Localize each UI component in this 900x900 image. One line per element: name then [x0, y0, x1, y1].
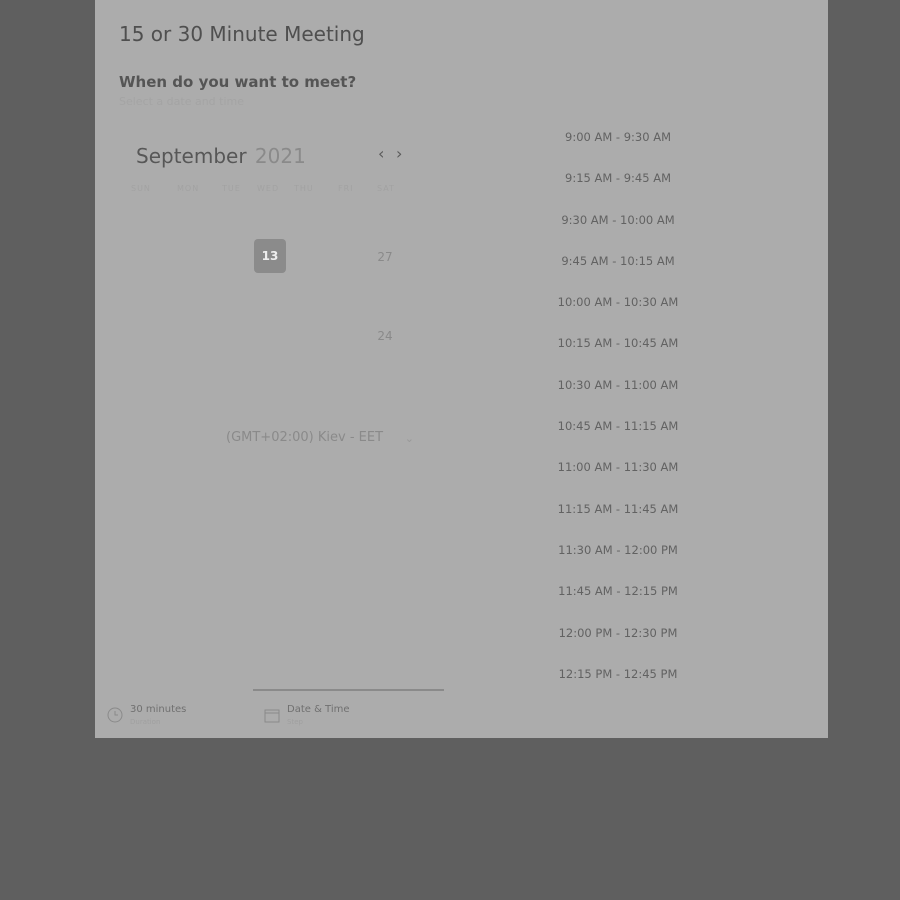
step-duration-label: 30 minutes — [130, 704, 187, 715]
time-slot[interactable]: 9:30 AM - 10:00 AM — [545, 200, 691, 241]
clock-icon — [107, 707, 123, 723]
step-duration[interactable]: 30 minutes Duration — [107, 701, 247, 731]
weekday-sun: SUN — [131, 184, 151, 193]
time-slot[interactable]: 11:30 AM - 12:00 PM — [545, 530, 691, 571]
calendar-day[interactable]: 27 — [369, 240, 401, 274]
weekday-mon: MON — [177, 184, 200, 193]
step-datetime[interactable]: Date & Time Step — [264, 701, 404, 731]
weekday-thu: THU — [294, 184, 314, 193]
meeting-title: 15 or 30 Minute Meeting — [119, 22, 365, 46]
time-slot[interactable]: 12:00 PM - 12:30 PM — [545, 613, 691, 654]
calendar-month-year: September 2021 — [136, 144, 306, 168]
step-datetime-sub: Step — [287, 718, 303, 726]
weekday-wed: WED — [257, 184, 280, 193]
step-duration-sub: Duration — [130, 718, 161, 726]
time-slot[interactable]: 10:45 AM - 11:15 AM — [545, 406, 691, 447]
chevron-left-icon[interactable]: ‹ — [378, 144, 384, 163]
timezone-select[interactable]: (GMT+02:00) Kiev - EET ⌄ — [226, 430, 414, 448]
calendar-day[interactable]: 24 — [369, 319, 401, 353]
time-slot[interactable]: 9:15 AM - 9:45 AM — [545, 158, 691, 199]
time-slot[interactable]: 9:00 AM - 9:30 AM — [545, 117, 691, 158]
time-slot-list: 9:00 AM - 9:30 AM 9:15 AM - 9:45 AM 9:30… — [545, 117, 691, 695]
calendar-day-selected[interactable]: 13 — [254, 239, 286, 273]
time-slot[interactable]: 11:15 AM - 11:45 AM — [545, 489, 691, 530]
scheduling-panel: 15 or 30 Minute Meeting When do you want… — [95, 0, 828, 738]
meeting-question: When do you want to meet? — [119, 73, 357, 91]
time-slot[interactable]: 10:30 AM - 11:00 AM — [545, 365, 691, 406]
calendar-icon — [264, 709, 280, 723]
time-slot[interactable]: 9:45 AM - 10:15 AM — [545, 241, 691, 282]
weekday-fri: FRI — [338, 184, 354, 193]
active-step-indicator — [253, 689, 444, 691]
chevron-down-icon: ⌄ — [404, 432, 414, 445]
timezone-label: (GMT+02:00) Kiev - EET — [226, 430, 384, 445]
weekday-tue: TUE — [222, 184, 241, 193]
time-slot[interactable]: 11:45 AM - 12:15 PM — [545, 571, 691, 612]
chevron-right-icon[interactable]: › — [396, 144, 402, 163]
time-slot[interactable]: 12:15 PM - 12:45 PM — [545, 654, 691, 695]
calendar-year: 2021 — [254, 144, 306, 168]
calendar-month: September — [136, 144, 247, 168]
meeting-subtitle: Select a date and time — [119, 95, 245, 108]
weekday-sat: SAT — [377, 184, 395, 193]
time-slot[interactable]: 11:00 AM - 11:30 AM — [545, 447, 691, 488]
weekday-header: SUN MON TUE WED THU FRI SAT — [131, 184, 401, 198]
time-slot[interactable]: 10:15 AM - 10:45 AM — [545, 323, 691, 364]
step-datetime-label: Date & Time — [287, 704, 350, 715]
time-slot[interactable]: 10:00 AM - 10:30 AM — [545, 282, 691, 323]
